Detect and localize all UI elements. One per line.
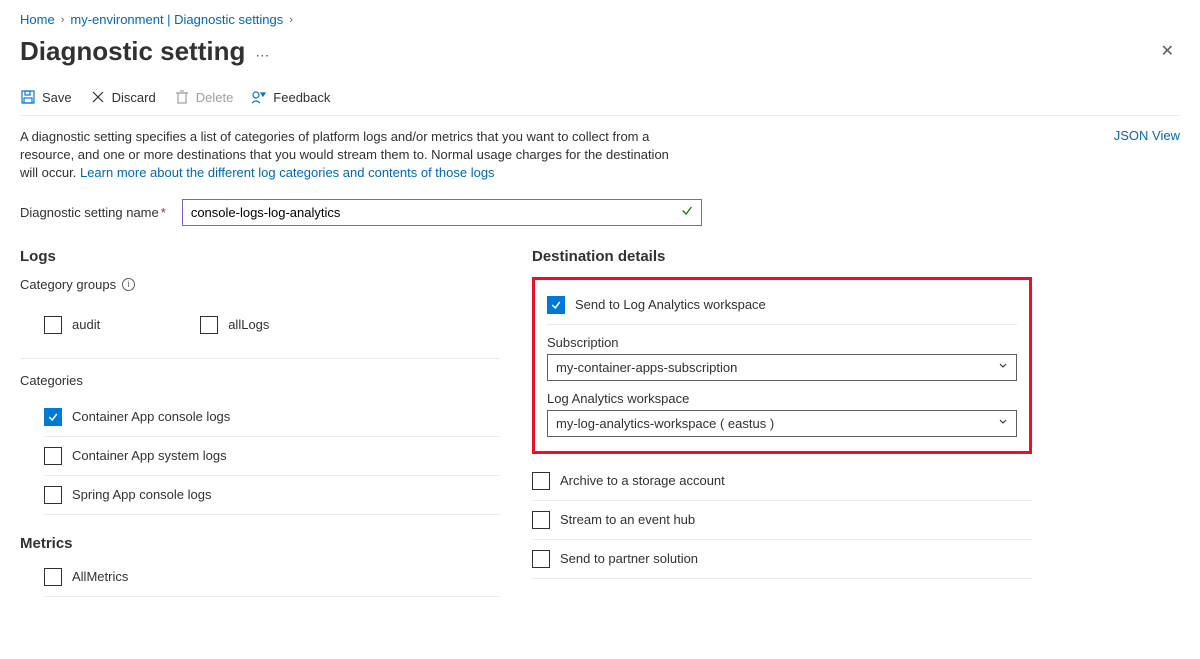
container-console-logs-checkbox[interactable] bbox=[44, 408, 62, 426]
breadcrumb-env-link[interactable]: my-environment | Diagnostic settings bbox=[70, 12, 283, 27]
container-system-logs-label: Container App system logs bbox=[72, 448, 227, 463]
logs-section-title: Logs bbox=[20, 248, 500, 265]
log-analytics-highlight: Send to Log Analytics workspace Subscrip… bbox=[532, 277, 1032, 454]
destination-section-title: Destination details bbox=[532, 248, 1032, 265]
info-icon[interactable]: i bbox=[122, 278, 135, 291]
feedback-label: Feedback bbox=[273, 90, 330, 105]
delete-icon bbox=[174, 89, 190, 105]
save-label: Save bbox=[42, 90, 72, 105]
chevron-right-icon: › bbox=[289, 14, 293, 26]
json-view-link[interactable]: JSON View bbox=[1114, 128, 1180, 143]
description-text: A diagnostic setting specifies a list of… bbox=[20, 128, 680, 183]
container-console-logs-label: Container App console logs bbox=[72, 409, 230, 424]
discard-button[interactable]: Discard bbox=[90, 89, 156, 105]
audit-checkbox[interactable] bbox=[44, 316, 62, 334]
stream-eventhub-checkbox[interactable] bbox=[532, 511, 550, 529]
archive-storage-label: Archive to a storage account bbox=[560, 473, 725, 488]
save-button[interactable]: Save bbox=[20, 89, 72, 105]
page-title: Diagnostic setting bbox=[20, 36, 245, 67]
audit-label: audit bbox=[72, 317, 100, 332]
workspace-value: my-log-analytics-workspace ( eastus ) bbox=[547, 410, 1017, 437]
category-groups-label: Category groups i bbox=[20, 277, 500, 292]
metrics-section-title: Metrics bbox=[20, 535, 500, 552]
workspace-label: Log Analytics workspace bbox=[547, 391, 1017, 406]
toolbar: Save Discard Delete Feedback bbox=[20, 79, 1180, 116]
breadcrumb-home-link[interactable]: Home bbox=[20, 12, 55, 27]
delete-button: Delete bbox=[174, 89, 234, 105]
subscription-select[interactable]: my-container-apps-subscription bbox=[547, 354, 1017, 381]
discard-label: Discard bbox=[112, 90, 156, 105]
send-partner-checkbox[interactable] bbox=[532, 550, 550, 568]
discard-icon bbox=[90, 89, 106, 105]
feedback-icon bbox=[251, 89, 267, 105]
spring-console-logs-checkbox[interactable] bbox=[44, 486, 62, 504]
send-log-analytics-checkbox[interactable] bbox=[547, 296, 565, 314]
stream-eventhub-label: Stream to an event hub bbox=[560, 512, 695, 527]
setting-name-label: Diagnostic setting name* bbox=[20, 205, 166, 220]
setting-name-input[interactable] bbox=[182, 199, 702, 226]
subscription-value: my-container-apps-subscription bbox=[547, 354, 1017, 381]
categories-label: Categories bbox=[20, 373, 500, 388]
alllogs-label: allLogs bbox=[228, 317, 269, 332]
spring-console-logs-label: Spring App console logs bbox=[72, 487, 211, 502]
feedback-button[interactable]: Feedback bbox=[251, 89, 330, 105]
send-partner-label: Send to partner solution bbox=[560, 551, 698, 566]
workspace-select[interactable]: my-log-analytics-workspace ( eastus ) bbox=[547, 410, 1017, 437]
delete-label: Delete bbox=[196, 90, 234, 105]
alllogs-checkbox[interactable] bbox=[200, 316, 218, 334]
archive-storage-checkbox[interactable] bbox=[532, 472, 550, 490]
save-icon bbox=[20, 89, 36, 105]
breadcrumb: Home › my-environment | Diagnostic setti… bbox=[20, 8, 1180, 35]
allmetrics-checkbox[interactable] bbox=[44, 568, 62, 586]
learn-more-link[interactable]: Learn more about the different log categ… bbox=[80, 165, 495, 180]
close-button[interactable]: ✕ bbox=[1155, 35, 1180, 67]
checkmark-icon bbox=[680, 204, 694, 221]
subscription-label: Subscription bbox=[547, 335, 1017, 350]
send-log-analytics-label: Send to Log Analytics workspace bbox=[575, 297, 766, 312]
container-system-logs-checkbox[interactable] bbox=[44, 447, 62, 465]
more-actions-button[interactable]: ⋯ bbox=[255, 47, 270, 64]
allmetrics-label: AllMetrics bbox=[72, 569, 128, 584]
chevron-right-icon: › bbox=[61, 14, 65, 26]
